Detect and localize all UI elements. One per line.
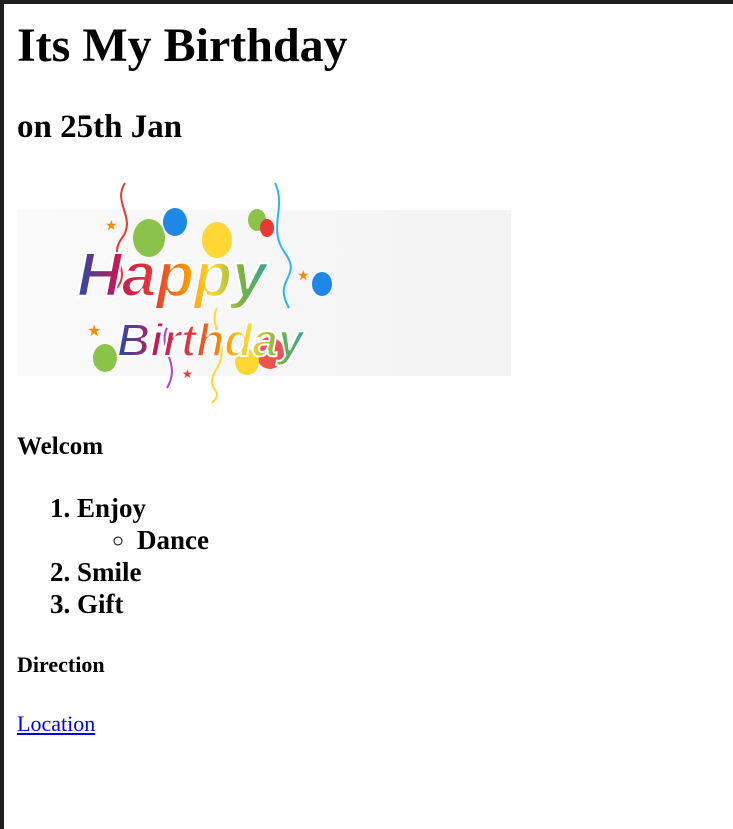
date-heading: on 25th Jan [17, 109, 183, 145]
banner-happy-text: Happy [77, 241, 270, 310]
svg-text:★: ★ [182, 367, 193, 381]
svg-text:★: ★ [297, 268, 310, 284]
list-item: Enjoy Dance [77, 492, 733, 556]
list-item-label: Enjoy [77, 493, 147, 523]
page-content: Its My Birthday on 25th Jan ★ ★ ★ ★ Happ… [4, 20, 733, 737]
sub-list: Dance [77, 524, 733, 556]
list-item: Gift [77, 588, 733, 620]
location-link[interactable]: Location [17, 711, 95, 737]
happy-birthday-banner-image: ★ ★ ★ ★ Happy Birthday [17, 178, 511, 406]
page-title: Its My Birthday [17, 19, 348, 72]
sub-list-item: Dance [137, 524, 733, 556]
welcome-heading: Welcom [17, 433, 104, 460]
direction-heading: Direction [17, 652, 105, 677]
svg-text:★: ★ [105, 218, 118, 234]
list-item: Smile [77, 556, 733, 588]
banner-birthday-text: Birthday [117, 314, 306, 366]
activity-list: Enjoy Dance Smile Gift [17, 492, 733, 620]
svg-text:★: ★ [87, 321, 101, 340]
